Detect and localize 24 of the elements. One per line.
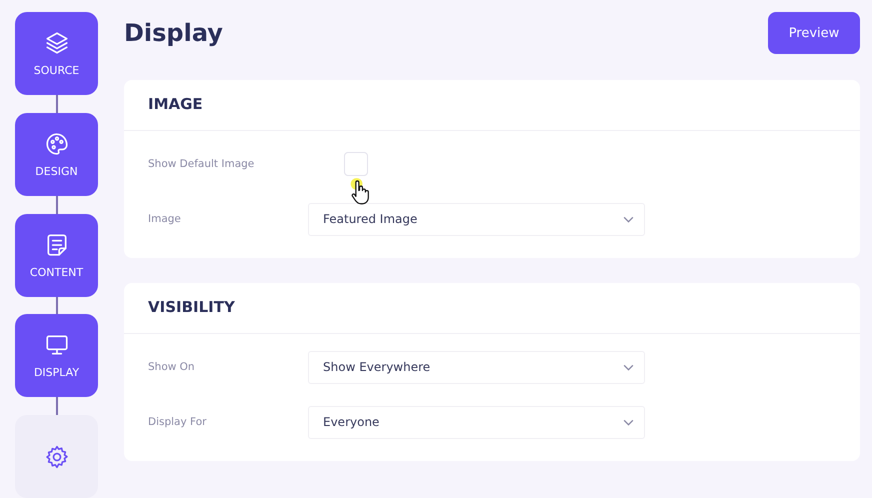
checkbox[interactable] <box>344 152 368 176</box>
step-button[interactable] <box>15 415 98 498</box>
layers-icon <box>44 30 70 56</box>
palette-icon <box>44 130 70 157</box>
dropdown[interactable]: Show Everywhere <box>308 350 645 384</box>
chevron-icon <box>623 418 634 426</box>
hand-cursor-icon <box>350 177 372 207</box>
field-label: Image <box>148 213 182 225</box>
field-label: Display For <box>148 416 208 428</box>
dropdown[interactable]: Everyone <box>308 406 645 438</box>
section-title: IMAGE <box>124 80 860 131</box>
section-title: VISIBILITY <box>124 283 860 334</box>
chevron-icon <box>623 216 634 222</box>
step-button[interactable]: SOURCE <box>15 12 98 95</box>
step-button[interactable]: DISPLAY <box>15 314 98 398</box>
field-label: Show On <box>148 361 196 373</box>
chevron-icon <box>623 364 634 370</box>
dropdown[interactable]: Featured Image <box>308 202 645 236</box>
settings-icon <box>44 444 70 470</box>
step-button[interactable]: CONTENT <box>15 214 98 296</box>
preview-button[interactable]: Preview <box>768 12 860 54</box>
page-title: Display <box>124 19 223 47</box>
field-label: Show Default Image <box>148 158 256 170</box>
step-button[interactable]: DESIGN <box>15 112 98 196</box>
